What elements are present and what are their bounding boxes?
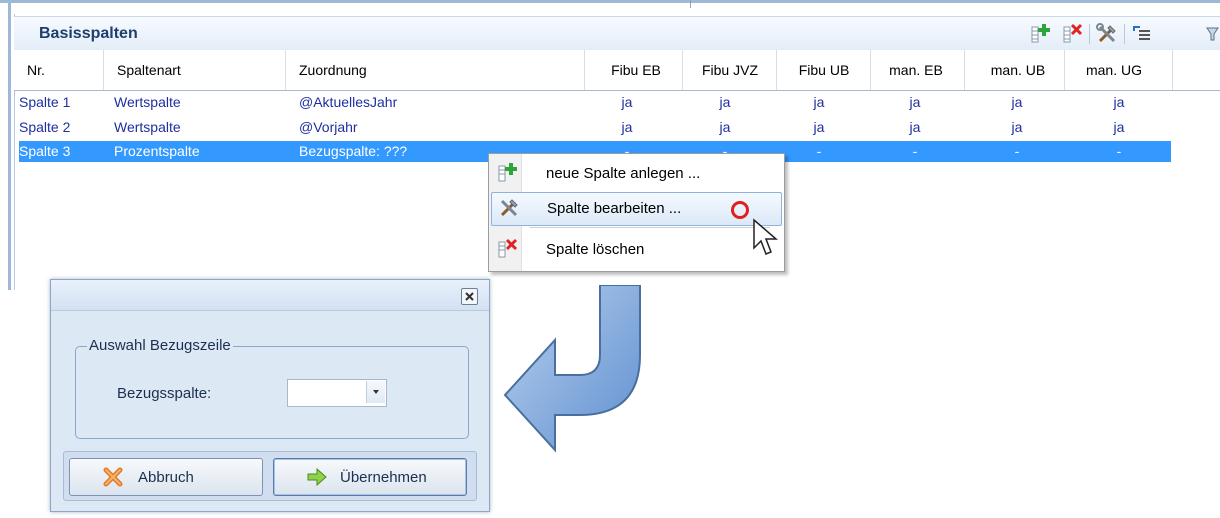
cancel-button[interactable]: Abbruch xyxy=(69,458,263,496)
cell-man-eb: - xyxy=(912,143,918,159)
filter-icon[interactable] xyxy=(1204,23,1220,45)
column-divider xyxy=(285,50,286,90)
cell-fibu-ub: ja xyxy=(813,94,825,110)
splitter-tick xyxy=(690,0,691,8)
delete-column-icon[interactable] xyxy=(1062,23,1084,45)
column-header-zuordnung[interactable]: Zuordnung xyxy=(299,62,367,78)
cell-man-ub: ja xyxy=(1011,94,1023,110)
context-menu-separator xyxy=(530,227,770,228)
cancel-icon xyxy=(102,466,124,488)
cell-fibu-eb: ja xyxy=(621,94,633,110)
column-divider xyxy=(964,50,965,90)
cell-nr: Spalte 3 xyxy=(19,143,71,159)
cell-zuordnung: @AktuellesJahr xyxy=(299,94,398,110)
column-divider xyxy=(1064,50,1065,90)
panel-left-border xyxy=(8,0,11,290)
context-menu-label: Spalte bearbeiten ... xyxy=(547,200,682,217)
delete-column-icon xyxy=(497,238,519,260)
cell-man-eb: ja xyxy=(909,94,921,110)
dialog-titlebar xyxy=(51,280,489,311)
cell-man-ug: ja xyxy=(1113,94,1125,110)
cell-zuordnung: Bezugspalte: ??? xyxy=(299,143,408,159)
arrow-right-icon xyxy=(306,466,328,488)
tools-icon xyxy=(498,197,520,219)
table-row[interactable]: Spalte 2 Wertspalte @Vorjahr ja ja ja ja… xyxy=(19,117,1171,138)
curved-arrow-icon xyxy=(503,285,641,453)
panel-header: Basisspalten xyxy=(14,16,1220,51)
cell-zuordnung: @Vorjahr xyxy=(299,119,358,135)
panel-top-border xyxy=(0,0,1220,3)
cell-spaltenart: Wertspalte xyxy=(114,94,181,110)
cell-spaltenart: Prozentspalte xyxy=(114,143,200,159)
bezugsspalte-input[interactable] xyxy=(290,382,368,404)
cell-man-ub: - xyxy=(1014,143,1020,159)
toolbar-separator xyxy=(1089,24,1090,44)
column-divider xyxy=(776,50,777,90)
cell-man-eb: ja xyxy=(909,119,921,135)
mouse-cursor-icon xyxy=(753,218,779,255)
column-divider xyxy=(1172,50,1173,90)
bezugsspalte-label: Bezugsspalte: xyxy=(117,385,212,402)
cancel-button-label: Abbruch xyxy=(138,469,194,486)
column-header-fibu-ub[interactable]: Fibu UB xyxy=(784,62,864,78)
column-header-man-ub[interactable]: man. UB xyxy=(978,62,1058,78)
cell-man-ug: - xyxy=(1116,143,1122,159)
toolbar-separator xyxy=(1124,24,1125,44)
context-menu-label: Spalte löschen xyxy=(546,241,645,258)
cell-nr: Spalte 2 xyxy=(19,119,71,135)
cell-man-ub: ja xyxy=(1011,119,1023,135)
sort-icon[interactable] xyxy=(1130,23,1152,45)
column-divider xyxy=(103,50,104,90)
panel-title: Basisspalten xyxy=(39,25,138,42)
add-column-icon xyxy=(497,162,519,184)
column-divider xyxy=(584,50,585,90)
column-header-fibu-eb[interactable]: Fibu EB xyxy=(596,62,676,78)
column-header-man-eb[interactable]: man. EB xyxy=(876,62,956,78)
cell-nr: Spalte 1 xyxy=(19,94,71,110)
context-menu-item-delete-column[interactable]: Spalte löschen xyxy=(491,234,780,266)
add-column-icon[interactable] xyxy=(1030,23,1052,45)
ok-button[interactable]: Übernehmen xyxy=(273,458,467,496)
dialog-window: Auswahl Bezugszeile Bezugsspalte: Abbruc… xyxy=(50,279,490,512)
column-header-row: Nr. Spaltenart Zuordnung Fibu EB Fibu JV… xyxy=(14,50,1220,91)
column-divider xyxy=(682,50,683,90)
cell-fibu-eb: ja xyxy=(621,119,633,135)
chevron-down-icon xyxy=(373,390,379,394)
context-menu-label: neue Spalte anlegen ... xyxy=(546,165,701,182)
click-marker-circle xyxy=(731,201,749,219)
context-menu-item-new-column[interactable]: neue Spalte anlegen ... xyxy=(491,158,780,190)
bezugsspalte-combobox[interactable] xyxy=(287,379,387,407)
tools-icon[interactable] xyxy=(1096,23,1118,45)
cell-spaltenart: Wertspalte xyxy=(114,119,181,135)
column-header-spaltenart[interactable]: Spaltenart xyxy=(117,62,181,78)
column-divider xyxy=(870,50,871,90)
cell-fibu-ub: - xyxy=(816,143,822,159)
column-header-man-ug[interactable]: man. UG xyxy=(1074,62,1154,78)
cell-fibu-jvz: ja xyxy=(719,94,731,110)
column-header-nr[interactable]: Nr. xyxy=(27,62,45,78)
close-icon[interactable] xyxy=(461,288,478,305)
cell-fibu-jvz: ja xyxy=(719,119,731,135)
groupbox-title: Auswahl Bezugszeile xyxy=(87,337,233,354)
cell-fibu-ub: ja xyxy=(813,119,825,135)
table-row[interactable]: Spalte 1 Wertspalte @AktuellesJahr ja ja… xyxy=(19,92,1171,113)
cell-man-ug: ja xyxy=(1113,119,1125,135)
column-header-fibu-jvz[interactable]: Fibu JVZ xyxy=(690,62,770,78)
ok-button-label: Übernehmen xyxy=(340,469,427,486)
combobox-dropdown-button[interactable] xyxy=(366,381,385,403)
